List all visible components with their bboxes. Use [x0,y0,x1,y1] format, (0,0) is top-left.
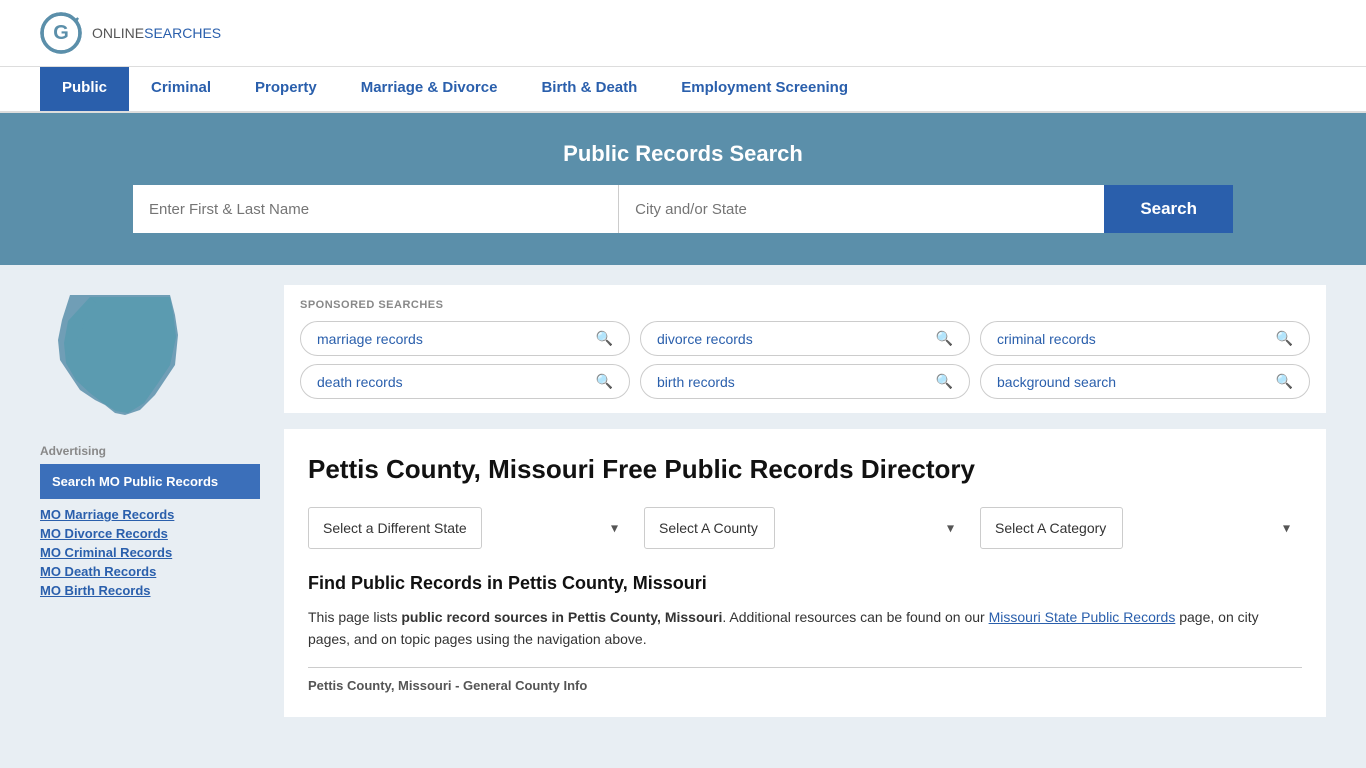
nav-birth-death[interactable]: Birth & Death [519,67,659,111]
pill-divorce[interactable]: divorce records 🔍 [640,321,970,356]
directory-title: Pettis County, Missouri Free Public Reco… [308,453,1302,487]
general-info-label: Pettis County, Missouri - General County… [308,678,1302,693]
pill-divorce-text: divorce records [657,331,753,347]
pill-criminal-text: criminal records [997,331,1096,347]
svg-text:G: G [53,22,69,44]
sidebar-ad-active[interactable]: Search MO Public Records [40,464,260,499]
find-text-2: . Additional resources can be found on o… [722,609,988,625]
sidebar-advertising: Advertising Search MO Public Records MO … [40,444,260,598]
search-icon-birth: 🔍 [936,373,953,390]
search-icon-divorce: 🔍 [936,330,953,347]
state-map-svg [40,285,200,425]
find-description: This page lists public record sources in… [308,606,1302,651]
find-link[interactable]: Missouri State Public Records [989,609,1176,625]
pills-row-1: marriage records 🔍 divorce records 🔍 cri… [300,321,1310,356]
content-area: SPONSORED SEARCHES marriage records 🔍 di… [284,285,1326,717]
state-dropdown[interactable]: Select a Different State [308,507,482,549]
nav-marriage-divorce[interactable]: Marriage & Divorce [339,67,520,111]
sidebar: Advertising Search MO Public Records MO … [40,285,260,717]
find-bold-1: public record sources in Pettis County, … [401,609,722,625]
pill-background-text: background search [997,374,1116,390]
pill-criminal[interactable]: criminal records 🔍 [980,321,1310,356]
logo: G ONLINESEARCHES [40,12,221,54]
nav-property[interactable]: Property [233,67,339,111]
sponsored-label: SPONSORED SEARCHES [300,299,1310,311]
dropdowns-row: Select a Different State Select A County… [308,507,1302,549]
logo-icon: G [40,12,82,54]
pill-marriage[interactable]: marriage records 🔍 [300,321,630,356]
pill-marriage-text: marriage records [317,331,423,347]
county-dropdown-wrap: Select A County [644,507,966,549]
sidebar-link-2[interactable]: MO Criminal Records [40,545,260,560]
county-dropdown[interactable]: Select A County [644,507,775,549]
location-input[interactable] [619,185,1104,233]
category-dropdown-wrap: Select A Category [980,507,1302,549]
pill-death[interactable]: death records 🔍 [300,364,630,399]
search-icon-marriage: 🔍 [596,330,613,347]
name-input[interactable] [133,185,619,233]
main-nav: Public Criminal Property Marriage & Divo… [0,67,1366,113]
directory-section: Pettis County, Missouri Free Public Reco… [284,429,1326,717]
main-layout: Advertising Search MO Public Records MO … [0,265,1366,737]
category-dropdown[interactable]: Select A Category [980,507,1123,549]
search-button[interactable]: Search [1104,185,1233,233]
search-icon-criminal: 🔍 [1276,330,1293,347]
sidebar-links: MO Marriage Records MO Divorce Records M… [40,507,260,598]
nav-criminal[interactable]: Criminal [129,67,233,111]
missouri-map [40,285,260,428]
section-divider [308,667,1302,668]
pill-death-text: death records [317,374,403,390]
sidebar-link-3[interactable]: MO Death Records [40,564,260,579]
pills-row-2: death records 🔍 birth records 🔍 backgrou… [300,364,1310,399]
logo-searches: SEARCHES [144,25,221,41]
sidebar-link-4[interactable]: MO Birth Records [40,583,260,598]
find-title: Find Public Records in Pettis County, Mi… [308,573,1302,594]
pill-background[interactable]: background search 🔍 [980,364,1310,399]
nav-public[interactable]: Public [40,67,129,111]
header: G ONLINESEARCHES [0,0,1366,67]
nav-employment[interactable]: Employment Screening [659,67,870,111]
sidebar-link-1[interactable]: MO Divorce Records [40,526,260,541]
search-banner-title: Public Records Search [40,141,1326,167]
search-icon-background: 🔍 [1276,373,1293,390]
sidebar-ad-label: Advertising [40,444,260,458]
sidebar-link-0[interactable]: MO Marriage Records [40,507,260,522]
search-form: Search [133,185,1233,233]
state-dropdown-wrap: Select a Different State [308,507,630,549]
find-text-1: This page lists [308,609,401,625]
search-icon-death: 🔍 [596,373,613,390]
logo-online: ONLINE [92,25,144,41]
pill-birth-text: birth records [657,374,735,390]
search-pills: marriage records 🔍 divorce records 🔍 cri… [300,321,1310,399]
sponsored-section: SPONSORED SEARCHES marriage records 🔍 di… [284,285,1326,413]
search-banner: Public Records Search Search [0,113,1366,265]
logo-text: ONLINESEARCHES [92,25,221,41]
pill-birth[interactable]: birth records 🔍 [640,364,970,399]
